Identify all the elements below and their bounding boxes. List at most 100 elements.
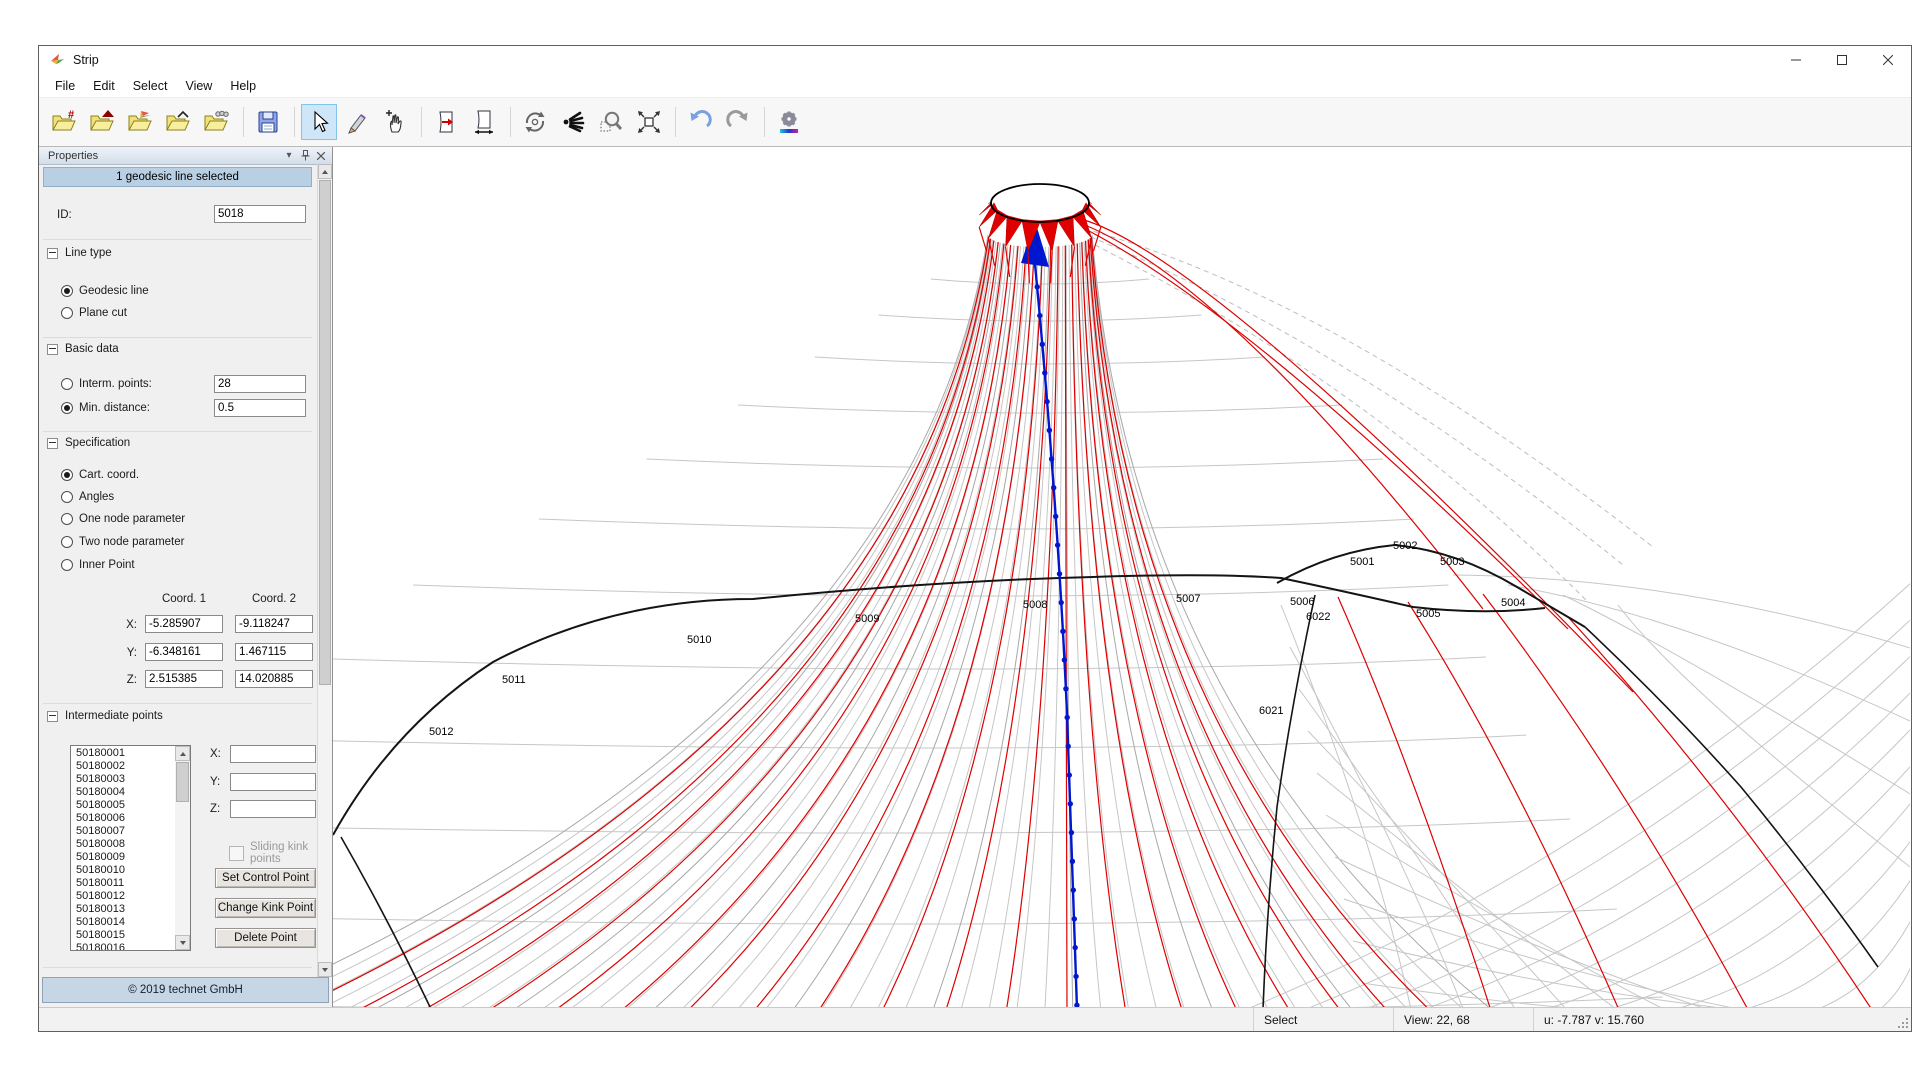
scroll-thumb[interactable] bbox=[176, 762, 189, 802]
minimize-button[interactable] bbox=[1773, 46, 1819, 74]
delete-point-button[interactable]: Delete Point bbox=[215, 928, 316, 948]
intermediate-point-marker bbox=[1073, 945, 1078, 950]
collapse-icon[interactable] bbox=[47, 438, 58, 449]
scroll-thumb[interactable] bbox=[319, 180, 331, 685]
scroll-up-button[interactable] bbox=[175, 746, 190, 761]
coord1-y-input[interactable] bbox=[145, 643, 223, 661]
radio-angles[interactable]: Angles bbox=[61, 491, 114, 503]
menu-help[interactable]: Help bbox=[221, 76, 265, 96]
maximize-icon bbox=[1837, 55, 1847, 65]
list-item[interactable]: 50180009 bbox=[71, 851, 175, 864]
section-basic-data: Basic data bbox=[47, 343, 119, 355]
resize-grip[interactable] bbox=[1898, 1018, 1908, 1028]
list-item[interactable]: 50180002 bbox=[71, 760, 175, 773]
select-cursor-icon[interactable] bbox=[301, 104, 337, 140]
panel-pin-icon[interactable] bbox=[298, 149, 312, 162]
properties-panel: Properties ▾ 1 geodesic line selected ID… bbox=[39, 147, 333, 1007]
ip-z-input[interactable] bbox=[230, 800, 316, 818]
coord1-z-input[interactable] bbox=[145, 670, 223, 688]
intermediate-point-marker bbox=[1042, 370, 1047, 375]
list-item[interactable]: 50180005 bbox=[71, 799, 175, 812]
status-bar: Select View: 22, 68 u: -7.787 v: 15.760 bbox=[39, 1007, 1911, 1031]
list-item[interactable]: 50180014 bbox=[71, 916, 175, 929]
menu-select[interactable]: Select bbox=[124, 76, 177, 96]
menu-edit[interactable]: Edit bbox=[84, 76, 124, 96]
collapse-icon[interactable] bbox=[47, 344, 58, 355]
title-bar: Strip bbox=[39, 46, 1911, 74]
collapse-icon[interactable] bbox=[47, 711, 58, 722]
list-item[interactable]: 50180010 bbox=[71, 864, 175, 877]
coord2-x-input[interactable] bbox=[235, 615, 313, 633]
page-width-icon[interactable] bbox=[466, 104, 502, 140]
pan-hand-icon[interactable] bbox=[377, 104, 413, 140]
radio-plane-cut[interactable]: Plane cut bbox=[61, 307, 127, 319]
radio-min-distance[interactable]: Min. distance: bbox=[61, 402, 150, 414]
panel-chevron-down-icon[interactable]: ▾ bbox=[282, 149, 296, 162]
radio-two-node-parameter[interactable]: Two node parameter bbox=[61, 536, 184, 548]
list-scrollbar[interactable] bbox=[175, 746, 190, 950]
list-item[interactable]: 50180007 bbox=[71, 825, 175, 838]
set-control-point-button[interactable]: Set Control Point bbox=[215, 868, 316, 888]
light-rays-icon[interactable] bbox=[555, 104, 591, 140]
intermediate-point-marker bbox=[1066, 744, 1071, 749]
coord2-z-input[interactable] bbox=[235, 670, 313, 688]
save-icon[interactable] bbox=[250, 104, 286, 140]
settings-gear-icon[interactable] bbox=[771, 104, 807, 140]
radio-geodesic-line[interactable]: Geodesic line bbox=[61, 285, 149, 297]
change-kink-point-button[interactable]: Change Kink Point bbox=[215, 898, 316, 918]
coord2-y-input[interactable] bbox=[235, 643, 313, 661]
min-distance-input[interactable] bbox=[214, 399, 306, 417]
interm-points-input[interactable] bbox=[214, 375, 306, 393]
list-item[interactable]: 50180012 bbox=[71, 890, 175, 903]
list-item[interactable]: 50180006 bbox=[71, 812, 175, 825]
page-arrow-icon[interactable] bbox=[428, 104, 464, 140]
intermediate-point-marker bbox=[1063, 686, 1068, 691]
radio-one-node-parameter[interactable]: One node parameter bbox=[61, 513, 185, 525]
radio-cart-coord[interactable]: Cart. coord. bbox=[61, 469, 139, 481]
draw-pencil-icon[interactable] bbox=[339, 104, 375, 140]
open-strip-icon[interactable] bbox=[123, 104, 159, 140]
list-item[interactable]: 50180001 bbox=[71, 747, 175, 760]
radio-interm-points[interactable]: Interm. points: bbox=[61, 378, 152, 390]
open-project-icon[interactable]: # bbox=[47, 104, 83, 140]
open-pattern-icon[interactable] bbox=[199, 104, 235, 140]
checkbox-icon bbox=[229, 846, 244, 861]
intermediate-points-list[interactable]: 5018000150180002501800035018000450180005… bbox=[70, 745, 191, 951]
model-view[interactable]: 5012501150105009500850075006602250055004… bbox=[333, 147, 1910, 1007]
orbit-icon[interactable] bbox=[517, 104, 553, 140]
redo-icon[interactable] bbox=[720, 104, 756, 140]
scroll-down-button[interactable] bbox=[175, 935, 190, 950]
ip-x-input[interactable] bbox=[230, 745, 316, 763]
ip-z-label: Z: bbox=[210, 803, 220, 815]
intermediate-point-marker bbox=[1044, 399, 1049, 404]
scroll-up-button[interactable] bbox=[318, 164, 332, 179]
coord1-x-input[interactable] bbox=[145, 615, 223, 633]
panel-close-icon[interactable] bbox=[314, 149, 328, 162]
ip-y-input[interactable] bbox=[230, 773, 316, 791]
id-input[interactable] bbox=[214, 205, 306, 223]
menu-file[interactable]: File bbox=[46, 76, 84, 96]
collapse-icon[interactable] bbox=[47, 248, 58, 259]
undo-icon[interactable] bbox=[682, 104, 718, 140]
drawing-canvas[interactable]: 5012501150105009500850075006602250055004… bbox=[333, 147, 1911, 1007]
scroll-down-button[interactable] bbox=[318, 962, 332, 977]
list-item[interactable]: 50180004 bbox=[71, 786, 175, 799]
list-item[interactable]: 50180003 bbox=[71, 773, 175, 786]
list-item[interactable]: 50180016 bbox=[71, 942, 175, 951]
menu-view[interactable]: View bbox=[176, 76, 221, 96]
status-mode: Select bbox=[1253, 1008, 1393, 1031]
ip-y-label: Y: bbox=[210, 776, 220, 788]
list-item[interactable]: 50180011 bbox=[71, 877, 175, 890]
open-triangulation-icon[interactable] bbox=[85, 104, 121, 140]
list-item[interactable]: 50180015 bbox=[71, 929, 175, 942]
radio-inner-point[interactable]: Inner Point bbox=[61, 559, 135, 571]
list-item[interactable]: 50180013 bbox=[71, 903, 175, 916]
zoom-fit-icon[interactable] bbox=[631, 104, 667, 140]
geodesic-label: 5006 bbox=[1290, 596, 1314, 608]
close-button[interactable] bbox=[1865, 46, 1911, 74]
open-form-icon[interactable] bbox=[161, 104, 197, 140]
panel-scrollbar[interactable] bbox=[317, 164, 332, 977]
list-item[interactable]: 50180008 bbox=[71, 838, 175, 851]
zoom-window-icon[interactable] bbox=[593, 104, 629, 140]
maximize-button[interactable] bbox=[1819, 46, 1865, 74]
